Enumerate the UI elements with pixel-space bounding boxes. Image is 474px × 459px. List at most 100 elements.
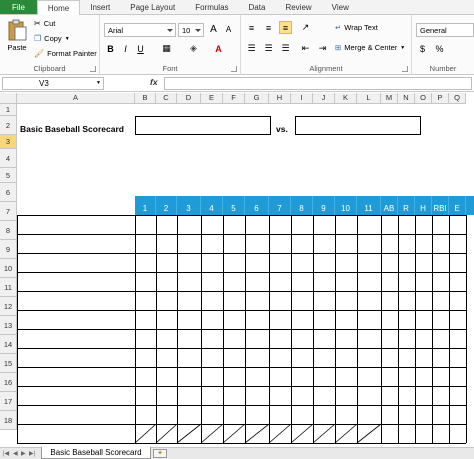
chevron-down-icon[interactable]: ▼ (96, 80, 101, 86)
bold-button[interactable]: B (104, 42, 117, 55)
vs-label[interactable]: vs. (276, 124, 288, 134)
row-header-1[interactable]: 1 (0, 104, 17, 116)
formula-input[interactable] (164, 77, 472, 90)
name-box[interactable]: V3 (2, 77, 104, 90)
borders-button[interactable]: ▦ (160, 42, 173, 55)
row-header-6[interactable]: 6 (0, 183, 17, 202)
row-header-4[interactable]: 4 (0, 149, 17, 168)
row-header-12[interactable]: 12 (0, 297, 17, 316)
row-header-11[interactable]: 11 (0, 278, 17, 297)
row-header-3[interactable]: 3 (0, 135, 17, 149)
header-cell-e[interactable]: E (449, 196, 466, 215)
italic-button[interactable]: I (119, 42, 132, 55)
header-cell-11[interactable]: 11 (357, 196, 381, 215)
font-color-button[interactable]: A (212, 42, 225, 55)
column-header-b[interactable]: B (135, 93, 156, 104)
next-sheet-icon[interactable]: ▶ (21, 450, 26, 457)
tab-formulas[interactable]: Formulas (185, 0, 238, 14)
away-team-field[interactable] (295, 116, 421, 135)
column-header-n[interactable]: N (398, 93, 415, 104)
scorecard-grid[interactable] (17, 215, 474, 447)
align-right-button[interactable]: ☰ (279, 42, 292, 55)
cut-button[interactable]: ✂ Cut (34, 19, 55, 28)
font-name-select[interactable]: Arial (104, 23, 176, 37)
tab-insert[interactable]: Insert (80, 0, 120, 14)
header-cell-7[interactable]: 7 (269, 196, 291, 215)
row-header-13[interactable]: 13 (0, 316, 17, 335)
underline-button[interactable]: U (134, 42, 147, 55)
column-header-d[interactable]: D (177, 93, 201, 104)
function-icon[interactable]: fx (150, 77, 158, 87)
align-center-button[interactable]: ☰ (262, 42, 275, 55)
tab-page-layout[interactable]: Page Layout (120, 0, 185, 14)
header-cell-h[interactable]: H (415, 196, 432, 215)
increase-indent-button[interactable]: ⇥ (316, 42, 329, 55)
last-sheet-icon[interactable]: ▶| (29, 450, 35, 457)
align-middle-button[interactable]: ≡ (262, 21, 275, 34)
column-header-l[interactable]: L (357, 93, 381, 104)
format-painter-button[interactable]: 🖌 Format Painter (34, 49, 97, 58)
row-header-2[interactable]: 2 (0, 116, 17, 135)
header-cell-10[interactable]: 10 (335, 196, 357, 215)
worksheet-grid[interactable]: ABCDEFGHIJKLMNOPQ 1 2 3 4 5 6 7 8 9 10 11 12 13 14 15 1… (0, 93, 474, 447)
insert-sheet-icon[interactable]: ✦ (153, 449, 167, 458)
row-header-14[interactable]: 14 (0, 335, 17, 354)
select-all-corner[interactable] (0, 93, 17, 104)
sheet-tab-basic-baseball-scorecard[interactable]: Basic Baseball Scorecard (41, 447, 151, 459)
fill-color-button[interactable]: ◈ (187, 42, 200, 55)
copy-button[interactable]: ❐ Copy ▼ (34, 34, 70, 43)
column-header-p[interactable]: P (432, 93, 449, 104)
align-top-button[interactable]: ≡ (245, 21, 258, 34)
merge-center-button[interactable]: ⊞ Merge & Center ▼ (335, 43, 405, 52)
grow-font-button[interactable]: A (207, 23, 220, 36)
dialog-launcher-icon[interactable] (231, 66, 237, 72)
tab-review[interactable]: Review (275, 0, 321, 14)
row-header-18[interactable]: 18 (0, 411, 17, 430)
row-header-5[interactable]: 5 (0, 168, 17, 183)
currency-button[interactable]: $ (416, 42, 429, 55)
scorecard-title[interactable]: Basic Baseball Scorecard (20, 124, 124, 134)
align-left-button[interactable]: ☰ (245, 42, 258, 55)
shrink-font-button[interactable]: A (222, 23, 235, 36)
row-header-17[interactable]: 17 (0, 392, 17, 411)
orientation-button[interactable]: ↗ (299, 21, 312, 34)
header-cell-rbi[interactable]: RBI (432, 196, 449, 215)
prev-sheet-icon[interactable]: ◀ (13, 450, 18, 457)
first-sheet-icon[interactable]: |◀ (3, 450, 9, 457)
dialog-launcher-icon[interactable] (90, 66, 96, 72)
paste-button[interactable]: Paste (3, 19, 31, 59)
header-cell-8[interactable]: 8 (291, 196, 313, 215)
header-cell-1[interactable]: 1 (135, 196, 156, 215)
percent-button[interactable]: % (433, 42, 446, 55)
column-header-o[interactable]: O (415, 93, 432, 104)
font-size-select[interactable]: 10 (178, 23, 204, 37)
row-header-8[interactable]: 8 (0, 221, 17, 240)
row-header-7[interactable]: 7 (0, 202, 17, 221)
row-header-16[interactable]: 16 (0, 373, 17, 392)
wrap-text-button[interactable]: ↵ Wrap Text (335, 23, 378, 32)
column-header-i[interactable]: I (291, 93, 313, 104)
tab-home[interactable]: Home (36, 0, 81, 16)
column-header-a[interactable]: A (17, 93, 135, 104)
header-cell-9[interactable]: 9 (313, 196, 335, 215)
tab-file[interactable]: File (0, 0, 37, 14)
header-cell-ab[interactable]: AB (381, 196, 398, 215)
column-header-m[interactable]: M (381, 93, 398, 104)
decrease-indent-button[interactable]: ⇤ (299, 42, 312, 55)
header-cell-6[interactable]: 6 (245, 196, 269, 215)
row-header-15[interactable]: 15 (0, 354, 17, 373)
column-header-q[interactable]: Q (449, 93, 466, 104)
column-header-j[interactable]: J (313, 93, 335, 104)
number-format-select[interactable]: General (416, 23, 474, 37)
tab-data[interactable]: Data (239, 0, 276, 14)
tab-view[interactable]: View (322, 0, 359, 14)
align-bottom-button[interactable]: ≡ (279, 21, 292, 34)
row-header-9[interactable]: 9 (0, 240, 17, 259)
header-cell-r[interactable]: R (398, 196, 415, 215)
header-cell-3[interactable]: 3 (177, 196, 201, 215)
header-cell-4[interactable]: 4 (201, 196, 223, 215)
column-header-k[interactable]: K (335, 93, 357, 104)
column-header-e[interactable]: E (201, 93, 223, 104)
row-header-10[interactable]: 10 (0, 259, 17, 278)
column-header-f[interactable]: F (223, 93, 245, 104)
